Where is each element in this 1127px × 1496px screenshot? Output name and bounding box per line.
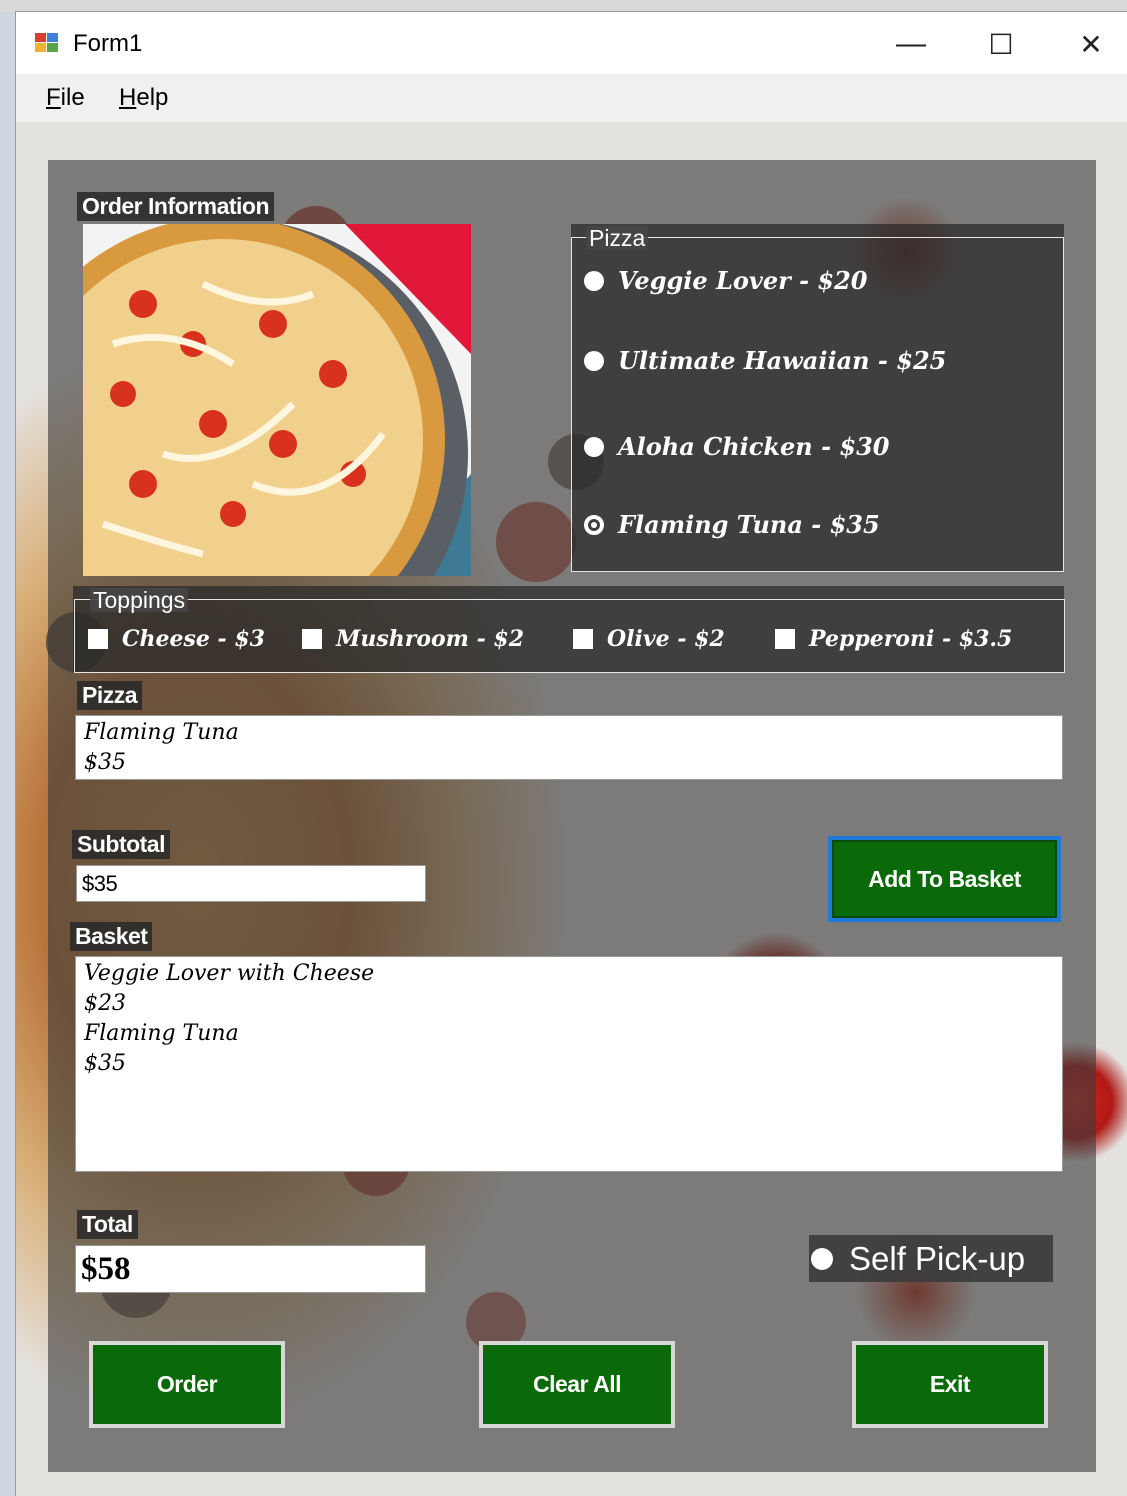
outer-desktop-strip <box>0 0 1127 12</box>
background-window-edge <box>0 12 16 1496</box>
menu-bar <box>16 74 1127 122</box>
maximize-button[interactable]: ☐ <box>966 22 1036 66</box>
window-title: Form1 <box>73 30 143 57</box>
minimize-icon: — <box>896 27 926 60</box>
menu-help[interactable]: Help <box>119 84 168 112</box>
checkbox-icon <box>302 629 322 649</box>
radio-veggie-lover[interactable]: Veggie Lover - $20 <box>584 266 868 295</box>
title-bar[interactable] <box>16 12 1127 74</box>
checkbox-icon <box>775 629 795 649</box>
menu-help-hotkey: H <box>119 84 137 111</box>
pizza-textbox-line: Flaming Tuna <box>84 720 239 745</box>
self-pickup-label: Self Pick-up <box>849 1239 1026 1277</box>
total-textbox[interactable]: $58 <box>75 1245 426 1293</box>
radio-button-icon <box>811 1247 833 1270</box>
order-button[interactable]: Order <box>89 1341 285 1428</box>
radio-button-selected-icon <box>584 514 604 535</box>
radio-aloha-chicken[interactable]: Aloha Chicken - $30 <box>584 432 890 461</box>
add-to-basket-button[interactable]: Add To Basket <box>828 836 1061 922</box>
basket-listbox[interactable]: Veggie Lover with Cheese $23 Flaming Tun… <box>75 956 1063 1172</box>
menu-file[interactable]: File <box>46 84 85 112</box>
checkbox-label: Olive - $2 <box>607 626 725 652</box>
subtotal-textbox[interactable]: $35 <box>76 865 426 902</box>
pizza-group-label: Pizza <box>586 226 649 250</box>
total-label: Total <box>77 1210 138 1239</box>
radio-button-icon <box>584 436 604 457</box>
checkbox-olive[interactable]: Olive - $2 <box>573 626 725 652</box>
radio-label: Flaming Tuna - $35 <box>618 510 880 539</box>
clear-all-button[interactable]: Clear All <box>479 1341 675 1428</box>
checkbox-icon <box>573 629 593 649</box>
menu-help-label: elp <box>136 84 169 111</box>
toppings-group-label: Toppings <box>90 588 189 612</box>
minimize-button[interactable]: — <box>876 22 946 66</box>
checkbox-icon <box>88 629 108 649</box>
checkbox-label: Cheese - $3 <box>122 626 265 652</box>
pizza-textbox-line: $35 <box>84 750 126 775</box>
subtotal-label: Subtotal <box>72 830 170 859</box>
radio-label: Ultimate Hawaiian - $25 <box>618 346 947 375</box>
checkbox-pepperoni[interactable]: Pepperoni - $3.5 <box>775 626 1012 652</box>
checkbox-mushroom[interactable]: Mushroom - $2 <box>302 626 524 652</box>
form-app-icon[interactable] <box>34 32 60 54</box>
radio-ultimate-hawaiian[interactable]: Ultimate Hawaiian - $25 <box>584 346 946 375</box>
menu-file-label: ile <box>60 84 85 111</box>
radio-label: Aloha Chicken - $30 <box>618 432 890 461</box>
pizza-field-label: Pizza <box>77 681 143 710</box>
exit-button[interactable]: Exit <box>852 1341 1048 1428</box>
radio-button-icon <box>584 350 604 371</box>
checkbox-cheese[interactable]: Cheese - $3 <box>88 626 265 652</box>
close-button[interactable]: ✕ <box>1056 22 1126 66</box>
self-pickup-radio[interactable]: Self Pick-up <box>809 1235 1053 1282</box>
pizza-image <box>83 224 471 576</box>
radio-flaming-tuna[interactable]: Flaming Tuna - $35 <box>584 510 880 539</box>
order-information-label: Order Information <box>77 192 275 221</box>
basket-label: Basket <box>70 922 153 951</box>
menu-file-hotkey: F <box>46 84 61 111</box>
checkbox-label: Pepperoni - $3.5 <box>809 626 1013 652</box>
maximize-icon: ☐ <box>988 28 1014 60</box>
radio-button-icon <box>584 270 604 291</box>
close-icon: ✕ <box>1079 28 1103 60</box>
radio-label: Veggie Lover - $20 <box>618 266 868 295</box>
basket-line: Veggie Lover with Cheese <box>84 961 375 986</box>
basket-line: Flaming Tuna <box>84 1021 239 1046</box>
pizza-textbox[interactable]: Flaming Tuna $35 <box>75 715 1063 780</box>
basket-line: $23 <box>84 991 126 1016</box>
basket-line: $35 <box>84 1051 126 1076</box>
checkbox-label: Mushroom - $2 <box>336 626 525 652</box>
